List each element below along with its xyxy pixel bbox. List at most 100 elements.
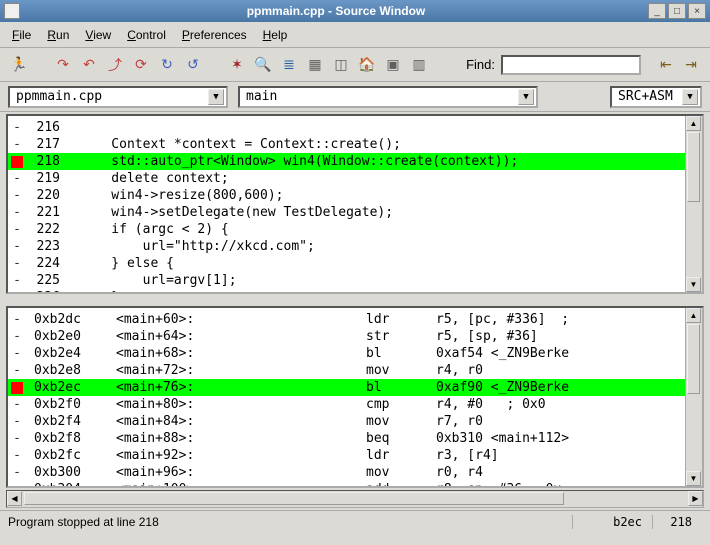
scroll-left-icon[interactable]: ◀ <box>7 491 22 506</box>
scroll-right-icon[interactable]: ▶ <box>688 491 703 506</box>
stepi-icon[interactable]: ↻ <box>156 54 178 76</box>
asm-location: <main+60>: <box>116 311 366 328</box>
source-line[interactable]: -226 } <box>8 289 702 294</box>
menu-view[interactable]: View <box>85 28 111 42</box>
source-line[interactable]: -224 } else { <box>8 255 702 272</box>
breakpoint-gutter[interactable]: - <box>8 345 26 362</box>
scroll-up-icon[interactable]: ▲ <box>686 116 701 131</box>
breakpoint-gutter[interactable]: - <box>8 430 26 447</box>
scroll-thumb[interactable] <box>687 324 700 394</box>
asm-location: <main+96>: <box>116 464 366 481</box>
find-next-icon[interactable]: ⇥ <box>680 54 702 76</box>
breakpoint-marker[interactable] <box>11 382 23 394</box>
scroll-up-icon[interactable]: ▲ <box>686 308 701 323</box>
next-icon[interactable]: ↶ <box>78 54 100 76</box>
scroll-down-icon[interactable]: ▼ <box>686 471 701 486</box>
breakpoint-gutter[interactable]: - <box>8 396 26 413</box>
asm-line[interactable]: -0xb304<main+100>:addr8, sp, #36 ; 0x <box>8 481 702 488</box>
source-line[interactable]: 218 std::auto_ptr<Window> win4(Window::c… <box>8 153 702 170</box>
breakpoint-gutter[interactable]: - <box>8 464 26 481</box>
breakpoint-marker[interactable] <box>11 156 23 168</box>
maximize-button[interactable]: □ <box>668 3 686 19</box>
source-line[interactable]: -216 <box>8 119 702 136</box>
source-line[interactable]: -221 win4->setDelegate(new TestDelegate)… <box>8 204 702 221</box>
home-icon[interactable]: 🏠 <box>356 54 378 76</box>
menu-help[interactable]: Help <box>263 28 288 42</box>
source-vscrollbar[interactable]: ▲ ▼ <box>685 116 702 292</box>
scroll-down-icon[interactable]: ▼ <box>686 277 701 292</box>
breakpoint-gutter[interactable]: - <box>8 119 26 136</box>
source-line[interactable]: -222 if (argc < 2) { <box>8 221 702 238</box>
breakpoint-gutter[interactable]: - <box>8 136 26 153</box>
run-icon[interactable]: 🏃 <box>8 54 30 76</box>
breakpoint-gutter[interactable]: - <box>8 204 26 221</box>
breakpoint-gutter[interactable]: - <box>8 221 26 238</box>
source-pane[interactable]: -216-217 Context *context = Context::cre… <box>6 114 704 294</box>
chevron-down-icon[interactable]: ▼ <box>682 89 698 105</box>
menu-file[interactable]: File <box>12 28 31 42</box>
breakpoint-gutter[interactable] <box>8 382 26 394</box>
menu-run[interactable]: Run <box>47 28 69 42</box>
function-selector[interactable]: main ▼ <box>238 86 538 108</box>
horizontal-scrollbar[interactable]: ◀ ▶ <box>6 490 704 508</box>
file-selector-value: ppmmain.cpp <box>16 89 102 104</box>
breakpoint-gutter[interactable]: - <box>8 255 26 272</box>
breakpoint-gutter[interactable]: - <box>8 170 26 187</box>
source-line[interactable]: -220 win4->resize(800,600); <box>8 187 702 204</box>
asm-location: <main+84>: <box>116 413 366 430</box>
breakpoint-gutter[interactable]: - <box>8 187 26 204</box>
source-line[interactable]: -217 Context *context = Context::create(… <box>8 136 702 153</box>
minimize-button[interactable]: _ <box>648 3 666 19</box>
asm-line[interactable]: 0xb2ec<main+76>:bl0xaf90 <_ZN9Berke <box>8 379 702 396</box>
step-icon[interactable]: ↷ <box>52 54 74 76</box>
scroll-thumb[interactable] <box>24 492 564 505</box>
finish-icon[interactable]: ⤴ <box>104 54 126 76</box>
breakpoint-gutter[interactable]: - <box>8 362 26 379</box>
asm-line[interactable]: -0xb2e0<main+64>:strr5, [sp, #36] <box>8 328 702 345</box>
breakpoint-gutter[interactable]: - <box>8 238 26 255</box>
asm-line[interactable]: -0xb300<main+96>:movr0, r4 <box>8 464 702 481</box>
asm-line[interactable]: -0xb2dc<main+60>:ldrr5, [pc, #336] ; <box>8 311 702 328</box>
asm-line[interactable]: -0xb2fc<main+92>:ldrr3, [r4] <box>8 447 702 464</box>
breakpoint-gutter[interactable]: - <box>8 272 26 289</box>
breakpoint-gutter[interactable]: - <box>8 289 26 294</box>
breakpoint-gutter[interactable]: - <box>8 413 26 430</box>
app-icon <box>4 3 20 19</box>
breakpoint-gutter[interactable]: - <box>8 481 26 488</box>
chevron-down-icon[interactable]: ▼ <box>518 89 534 105</box>
watch-icon[interactable]: 🔍 <box>252 54 274 76</box>
file-selector[interactable]: ppmmain.cpp ▼ <box>8 86 228 108</box>
breakpoint-gutter[interactable] <box>8 156 26 168</box>
console-icon[interactable]: ▣ <box>382 54 404 76</box>
asm-line[interactable]: -0xb2f8<main+88>:beq0xb310 <main+112> <box>8 430 702 447</box>
close-button[interactable]: × <box>688 3 706 19</box>
source-line[interactable]: -223 url="http://xkcd.com"; <box>8 238 702 255</box>
registers-icon[interactable]: ▦ <box>304 54 326 76</box>
stack-icon[interactable]: ≣ <box>278 54 300 76</box>
scroll-thumb[interactable] <box>687 132 700 202</box>
menu-preferences[interactable]: Preferences <box>182 28 247 42</box>
find-input[interactable] <box>501 55 641 75</box>
continue-icon[interactable]: ⟳ <box>130 54 152 76</box>
prefs-icon[interactable]: ▥ <box>408 54 430 76</box>
asm-line[interactable]: -0xb2e8<main+72>:movr4, r0 <box>8 362 702 379</box>
assembly-pane[interactable]: -0xb2dc<main+60>:ldrr5, [pc, #336] ;-0xb… <box>6 306 704 488</box>
memory-icon[interactable]: ◫ <box>330 54 352 76</box>
breakpoint-gutter[interactable]: - <box>8 328 26 345</box>
breakpoint-gutter[interactable]: - <box>8 311 26 328</box>
asm-line[interactable]: -0xb2f4<main+84>:movr7, r0 <box>8 413 702 430</box>
source-line[interactable]: -225 url=argv[1]; <box>8 272 702 289</box>
nexti-icon[interactable]: ↺ <box>182 54 204 76</box>
breakpoint-icon[interactable]: ✶ <box>226 54 248 76</box>
source-line[interactable]: -219 delete context; <box>8 170 702 187</box>
mode-selector[interactable]: SRC+ASM ▼ <box>610 86 702 108</box>
line-number: 217 <box>26 136 70 153</box>
chevron-down-icon[interactable]: ▼ <box>208 89 224 105</box>
find-prev-icon[interactable]: ⇤ <box>655 54 677 76</box>
asm-line[interactable]: -0xb2e4<main+68>:bl0xaf54 <_ZN9Berke <box>8 345 702 362</box>
asm-line[interactable]: -0xb2f0<main+80>:cmpr4, #0 ; 0x0 <box>8 396 702 413</box>
breakpoint-gutter[interactable]: - <box>8 447 26 464</box>
pane-splitter[interactable] <box>0 296 710 304</box>
menu-control[interactable]: Control <box>127 28 166 42</box>
asm-vscrollbar[interactable]: ▲ ▼ <box>685 308 702 486</box>
